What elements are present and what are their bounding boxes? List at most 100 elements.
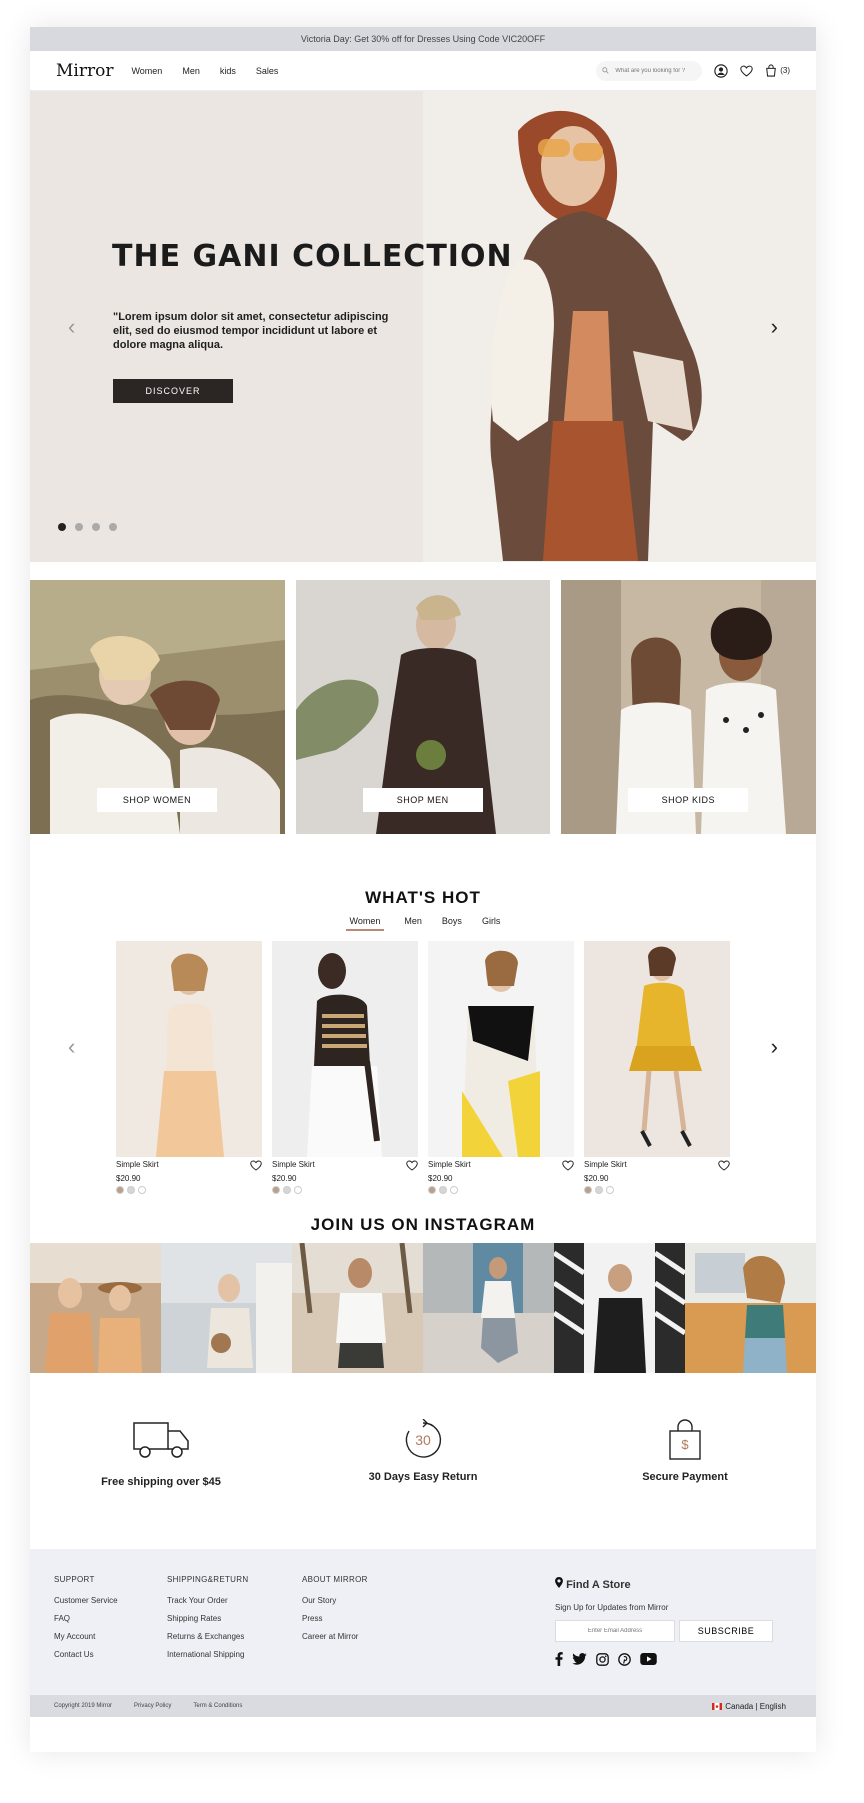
carousel-dot-1[interactable] xyxy=(58,523,66,531)
swatch-2[interactable] xyxy=(283,1186,291,1194)
search-box[interactable] xyxy=(596,60,703,81)
category-kids[interactable]: SHOP KIDS xyxy=(561,580,817,834)
nav-sales[interactable]: Sales xyxy=(256,66,279,76)
carousel-dot-4[interactable] xyxy=(109,523,117,531)
wishlist-heart-icon[interactable] xyxy=(718,1160,730,1171)
product-name[interactable]: Simple Skirt xyxy=(428,1160,471,1171)
hero-next-arrow-icon[interactable]: › xyxy=(771,316,778,338)
account-icon[interactable] xyxy=(714,63,728,78)
product-name[interactable]: Simple Skirt xyxy=(272,1160,315,1171)
footer-link[interactable]: Career at Mirror xyxy=(302,1632,415,1641)
nav-kids[interactable]: kids xyxy=(220,66,236,76)
wishlist-heart-icon[interactable] xyxy=(562,1160,574,1171)
color-swatches xyxy=(428,1186,574,1194)
swatch-3[interactable] xyxy=(606,1186,614,1194)
terms-link[interactable]: Term & Conditions xyxy=(193,1703,242,1709)
twitter-icon[interactable] xyxy=(572,1653,587,1665)
carousel-dot-2[interactable] xyxy=(75,523,83,531)
swatch-2[interactable] xyxy=(595,1186,603,1194)
product-card[interactable]: Simple Skirt $20.90 xyxy=(116,941,262,1194)
signup-form: SUBSCRIBE xyxy=(555,1620,785,1642)
product-card[interactable]: Simple Skirt $20.90 xyxy=(272,941,418,1194)
footer-link[interactable]: FAQ xyxy=(54,1614,167,1623)
swatch-1[interactable] xyxy=(116,1186,124,1194)
copyright-text: Copyright 2019 Mirror xyxy=(54,1703,113,1709)
email-field[interactable] xyxy=(555,1620,675,1642)
footer-link[interactable]: Press xyxy=(302,1614,415,1623)
product-card[interactable]: Simple Skirt $20.90 xyxy=(428,941,574,1194)
carousel-dot-3[interactable] xyxy=(92,523,100,531)
youtube-icon[interactable] xyxy=(640,1653,657,1665)
product-card[interactable]: Simple Skirt $20.90 xyxy=(584,941,730,1194)
products-prev-arrow-icon[interactable]: ‹ xyxy=(68,1036,75,1058)
subscribe-button[interactable]: SUBSCRIBE xyxy=(679,1620,773,1642)
instagram-photo-6[interactable] xyxy=(685,1243,816,1373)
swatch-1[interactable] xyxy=(584,1186,592,1194)
cart-button[interactable]: (3) xyxy=(765,64,790,77)
signup-text: Sign Up for Updates from Mirror xyxy=(555,1603,669,1612)
location-pin-icon xyxy=(555,1577,563,1588)
wishlist-heart-icon[interactable] xyxy=(406,1160,418,1171)
product-carousel: ‹ Simple Skirt $20.90 Simple Skirt $20.9… xyxy=(30,941,816,1201)
product-name[interactable]: Simple Skirt xyxy=(584,1160,627,1171)
product-image[interactable] xyxy=(428,941,574,1157)
category-women[interactable]: SHOP WOMEN xyxy=(30,580,285,834)
nav-men[interactable]: Men xyxy=(182,66,200,76)
footer-col-shipping: SHIPPING&RETURN Track Your Order Shippin… xyxy=(167,1575,302,1695)
swatch-1[interactable] xyxy=(428,1186,436,1194)
footer-link[interactable]: Contact Us xyxy=(54,1650,167,1659)
wishlist-heart-icon[interactable] xyxy=(740,65,753,77)
footer-link[interactable]: Our Story xyxy=(302,1596,415,1605)
footer-link[interactable]: Track Your Order xyxy=(167,1596,302,1605)
shop-kids-button[interactable]: SHOP KIDS xyxy=(628,788,749,812)
nav-women[interactable]: Women xyxy=(131,66,162,76)
store-signup-block: Find A Store Sign Up for Updates from Mi… xyxy=(555,1577,785,1666)
swatch-3[interactable] xyxy=(450,1186,458,1194)
search-icon xyxy=(602,67,609,74)
facebook-icon[interactable] xyxy=(555,1652,563,1666)
instagram-photo-4[interactable] xyxy=(423,1243,554,1373)
shop-men-button[interactable]: SHOP MEN xyxy=(362,788,483,812)
tab-boys[interactable]: Boys xyxy=(442,916,462,931)
category-men[interactable]: SHOP MEN xyxy=(295,580,551,834)
footer-link[interactable]: International Shipping xyxy=(167,1650,302,1659)
footer-link[interactable]: Shipping Rates xyxy=(167,1614,302,1623)
swatch-2[interactable] xyxy=(439,1186,447,1194)
swatch-3[interactable] xyxy=(138,1186,146,1194)
shop-women-button[interactable]: SHOP WOMEN xyxy=(97,788,217,812)
tab-men[interactable]: Men xyxy=(404,916,422,931)
tab-women[interactable]: Women xyxy=(345,916,385,931)
hero-prev-arrow-icon[interactable]: ‹ xyxy=(68,316,75,338)
product-image[interactable] xyxy=(116,941,262,1157)
instagram-photo-2[interactable] xyxy=(161,1243,292,1373)
hero-carousel: ‹ DISCOVER "Lorem ipsum dolor sit amet, … xyxy=(30,91,816,562)
swatch-3[interactable] xyxy=(294,1186,302,1194)
swatch-1[interactable] xyxy=(272,1186,280,1194)
logo[interactable]: Mirror xyxy=(56,61,113,81)
instagram-icon[interactable] xyxy=(596,1652,609,1666)
swatch-2[interactable] xyxy=(127,1186,135,1194)
feature-shipping: Free shipping over $45 xyxy=(61,1419,261,1549)
instagram-photo-1[interactable] xyxy=(30,1243,161,1373)
search-input[interactable] xyxy=(615,67,696,74)
page: Victoria Day: Get 30% off for Dresses Us… xyxy=(30,27,817,1752)
feature-payment-label: Secure Payment xyxy=(642,1471,728,1483)
instagram-photo-5[interactable] xyxy=(554,1243,685,1373)
pinterest-icon[interactable] xyxy=(618,1652,631,1666)
find-store-link[interactable]: Find A Store xyxy=(555,1577,785,1591)
product-name[interactable]: Simple Skirt xyxy=(116,1160,159,1171)
product-image[interactable] xyxy=(584,941,730,1157)
tab-girls[interactable]: Girls xyxy=(482,916,501,931)
language-selector[interactable]: Canada | English xyxy=(725,1702,786,1711)
privacy-policy-link[interactable]: Privacy Policy xyxy=(134,1703,171,1709)
footer-link[interactable]: Returns & Exchanges xyxy=(167,1632,302,1641)
discover-button[interactable]: DISCOVER xyxy=(113,379,233,403)
feature-returns-label: 30 Days Easy Return xyxy=(368,1471,478,1483)
product-image[interactable] xyxy=(272,941,418,1157)
footer-link[interactable]: My Account xyxy=(54,1632,167,1641)
products-next-arrow-icon[interactable]: › xyxy=(771,1036,778,1058)
feature-shipping-label: Free shipping over $45 xyxy=(101,1476,221,1488)
footer-link[interactable]: Customer Service xyxy=(54,1596,167,1605)
instagram-photo-3[interactable] xyxy=(292,1243,423,1373)
wishlist-heart-icon[interactable] xyxy=(250,1160,262,1171)
